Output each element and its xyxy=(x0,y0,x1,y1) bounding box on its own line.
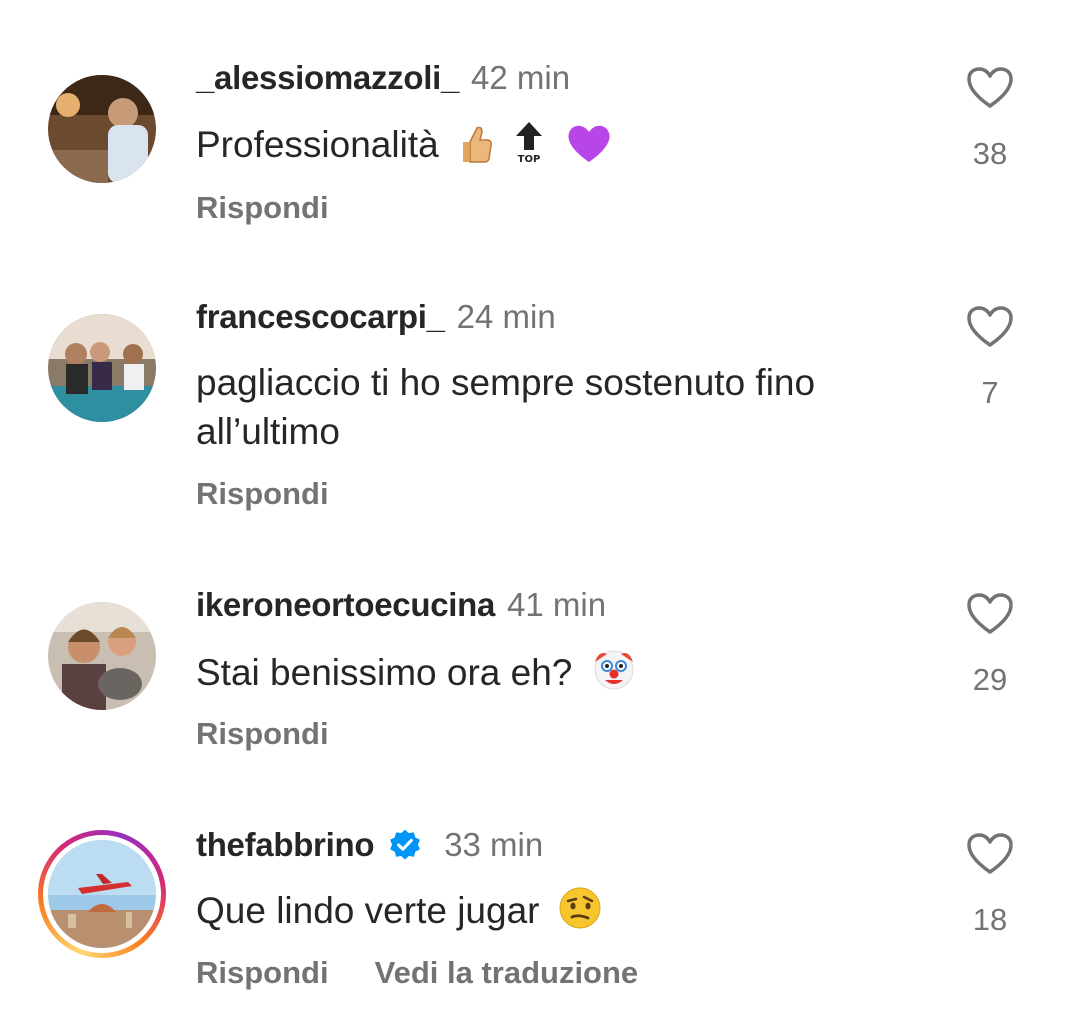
reply-button[interactable]: Rispondi xyxy=(196,476,329,511)
like-control: 38 xyxy=(964,66,1016,172)
timestamp: 41 min xyxy=(507,586,607,623)
username[interactable]: francescocarpi_ xyxy=(196,298,445,335)
comment-text: Stai benissimo ora eh? xyxy=(196,652,573,693)
like-count: 38 xyxy=(972,136,1008,171)
like-control: 7 xyxy=(964,305,1016,411)
heart-icon[interactable] xyxy=(966,66,1014,110)
username[interactable]: thefabbrino xyxy=(196,826,374,863)
like-control: 18 xyxy=(964,832,1016,938)
comment-header: francescocarpi_ 24 min xyxy=(196,297,556,337)
top-arrow-icon: TOP xyxy=(511,120,547,176)
avatar-photo xyxy=(48,602,156,710)
reply-button[interactable]: Rispondi xyxy=(196,955,329,990)
username[interactable]: ikeroneortoecucina xyxy=(196,586,495,623)
comment-text-block: Stai benissimo ora eh? xyxy=(196,646,926,704)
confused-face-icon xyxy=(558,886,602,942)
clown-face-icon xyxy=(591,646,637,704)
comment-actions: Rispondi xyxy=(196,476,375,512)
timestamp: 42 min xyxy=(471,59,571,96)
reply-button[interactable]: Rispondi xyxy=(196,190,329,225)
timestamp: 33 min xyxy=(444,826,544,863)
comment-actions: Rispondi Vedi la traduzione xyxy=(196,955,684,991)
timestamp: 24 min xyxy=(456,298,556,335)
avatar-photo xyxy=(48,314,156,422)
avatar[interactable] xyxy=(48,75,156,183)
avatar xyxy=(48,840,156,948)
username[interactable]: _alessiomazzoli_ xyxy=(196,59,459,96)
comment-actions: Rispondi xyxy=(196,716,375,752)
heart-icon[interactable] xyxy=(966,592,1014,636)
like-count: 29 xyxy=(972,662,1008,697)
avatar-photo xyxy=(48,840,156,948)
comment-header: _alessiomazzoli_ 42 min xyxy=(196,58,570,98)
purple-heart-icon xyxy=(566,122,612,176)
comment-text-block: Professionalità TOP xyxy=(196,120,926,176)
verified-badge-icon xyxy=(390,829,421,860)
avatar-photo xyxy=(48,75,156,183)
comment-text: Professionalità xyxy=(196,124,439,165)
like-count: 7 xyxy=(981,375,999,410)
avatar[interactable] xyxy=(48,314,156,422)
thumbs-up-icon xyxy=(457,124,493,176)
comment-actions: Rispondi xyxy=(196,190,375,226)
like-control: 29 xyxy=(964,592,1016,698)
comment-text: Que lindo verte jugar xyxy=(196,890,540,931)
comment-text: pagliaccio ti ho sempre sostenuto fino a… xyxy=(196,362,816,452)
heart-icon[interactable] xyxy=(966,305,1014,349)
reply-button[interactable]: Rispondi xyxy=(196,716,329,751)
see-translation-button[interactable]: Vedi la traduzione xyxy=(375,955,639,990)
heart-icon[interactable] xyxy=(966,832,1014,876)
comment-header: ikeroneortoecucina 41 min xyxy=(196,585,606,625)
svg-text:TOP: TOP xyxy=(518,154,541,164)
avatar[interactable] xyxy=(48,602,156,710)
comment-text-block: Que lindo verte jugar xyxy=(196,886,926,942)
like-count: 18 xyxy=(972,902,1008,937)
comment-header: thefabbrino 33 min xyxy=(196,825,543,865)
story-ring[interactable] xyxy=(38,830,166,958)
